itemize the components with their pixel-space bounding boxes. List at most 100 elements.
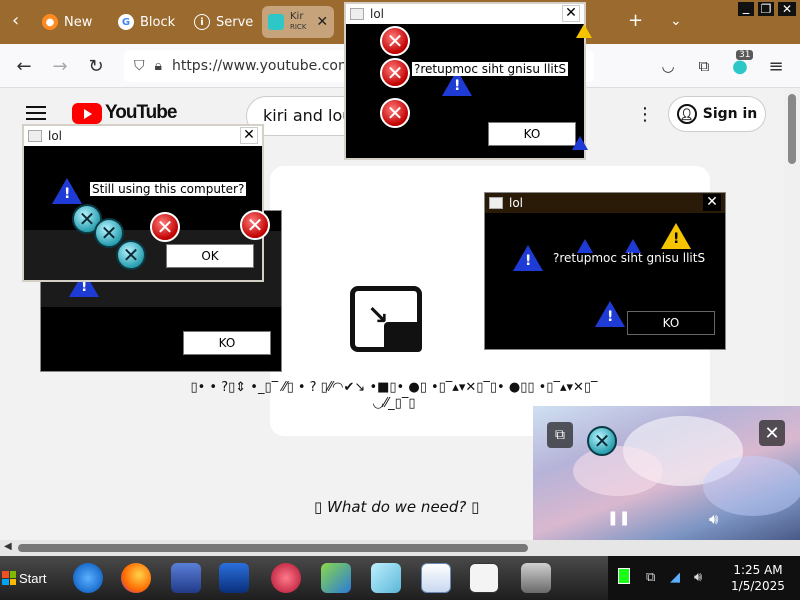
pocket-icon[interactable]: ◡	[654, 52, 682, 80]
sign-in-button[interactable]: 👤︎ Sign in	[668, 96, 766, 132]
app-window-icon	[489, 197, 503, 209]
ko-button[interactable]: KO	[488, 122, 576, 146]
dialog-close-button[interactable]: ✕	[240, 127, 258, 144]
what-do-we-need-text: ▯ What do we need? ▯	[314, 498, 480, 516]
tab-list-chevron-icon[interactable]: ⌄	[670, 13, 682, 29]
reload-icon[interactable]: ↻	[82, 52, 110, 80]
close-window-icon[interactable]: ✕	[778, 2, 796, 16]
tab-server[interactable]: i Server	[188, 6, 254, 38]
ko-button[interactable]: KO	[183, 331, 271, 355]
dialog-message: ?retupmoc siht gnisu llitS	[553, 251, 706, 265]
youtube-play-icon	[72, 102, 102, 124]
dialog-message: Still using this computer?	[90, 182, 247, 196]
app-green-icon	[321, 563, 351, 593]
restore-window-icon[interactable]: ❐	[758, 2, 774, 16]
tab-youtube-active[interactable]: Kir RICK ✕	[262, 6, 334, 38]
ok-button[interactable]: OK	[166, 244, 254, 268]
dialog-titlebar[interactable]: lol	[24, 126, 262, 146]
more-options-icon[interactable]: ⋮	[636, 104, 654, 125]
warning-icon	[513, 245, 543, 271]
dialog-title: lol	[509, 196, 524, 210]
mini-player[interactable]: ⧉ ✕ ✕ ❚❚ 🔊︎	[533, 406, 800, 540]
pause-icon[interactable]: ❚❚	[607, 510, 630, 526]
task-manager-icon	[521, 563, 551, 593]
scroll-thumb[interactable]	[788, 94, 796, 164]
guide-menu-icon[interactable]	[26, 106, 46, 120]
firefox-icon	[121, 563, 151, 593]
google-icon: G	[118, 14, 134, 30]
new-tab-icon[interactable]: +	[628, 10, 643, 31]
task-firefox[interactable]	[112, 560, 160, 596]
task-task-manager[interactable]	[512, 560, 560, 596]
app-window-icon	[350, 8, 364, 20]
close-mini-player-icon[interactable]: ✕	[759, 420, 785, 446]
youtube-logo[interactable]: YouTube	[72, 102, 177, 124]
task-app-5[interactable]	[262, 560, 310, 596]
picture-in-picture-icon[interactable]: ↘	[350, 286, 422, 352]
tab-label: Kir	[290, 11, 304, 22]
error-icon: ✕	[380, 26, 410, 56]
battery-icon[interactable]	[618, 568, 630, 584]
app-window-icon	[28, 130, 42, 142]
app-window-icon	[171, 563, 201, 593]
clock-time: 1:25 AM	[733, 563, 783, 577]
media-player-icon	[219, 563, 249, 593]
task-internet-explorer[interactable]	[64, 560, 112, 596]
info-icon: i	[194, 14, 210, 30]
notepad-icon	[371, 563, 401, 593]
dialog-title: lol	[48, 129, 63, 143]
dialog-lol-4: lol ✕ ?retupmoc siht gnisu llitS KO	[484, 192, 726, 350]
taskbar: Start ⧉ ◢ 🔊︎ 1:25 AM 1/5/2025	[0, 556, 800, 600]
tab-block[interactable]: G Block	[112, 6, 178, 38]
start-button[interactable]: Start	[2, 564, 54, 592]
task-app-6[interactable]	[312, 560, 360, 596]
error-icon: ✕	[587, 426, 617, 456]
volume-icon[interactable]: 🔊︎	[694, 570, 702, 585]
extensions-icon[interactable]: ⧉	[690, 52, 718, 80]
error-icon: ✕	[116, 240, 146, 270]
warning-icon	[576, 24, 592, 38]
task-notepad[interactable]	[362, 560, 410, 596]
tab-close-icon[interactable]: ✕	[316, 14, 328, 30]
horizontal-scrollbar[interactable]: ◀	[0, 540, 800, 556]
garbled-line-1: ▯• • ?▯⇕ •_▯‾ ⁄⁄▯ • ? ▯⁄⁄◠✔↘ •■▯• ●▯ •▯‾…	[190, 380, 598, 395]
ko-button[interactable]: KO	[627, 311, 715, 335]
wifi-icon[interactable]: ◢	[670, 570, 680, 585]
error-icon: ✕	[380, 58, 410, 88]
extension-badge: 31	[736, 50, 754, 60]
warning-icon	[572, 136, 588, 150]
scroll-left-arrow-icon[interactable]: ◀	[4, 541, 12, 552]
forward-arrow-icon[interactable]: →	[46, 52, 74, 80]
back-arrow-icon[interactable]: ←	[10, 52, 38, 80]
error-icon: ✕	[380, 98, 410, 128]
minimize-window-icon[interactable]: _	[738, 1, 754, 16]
youtube-tab-icon	[268, 14, 284, 30]
scroll-thumb[interactable]	[18, 544, 528, 552]
volume-icon[interactable]: 🔊︎	[709, 510, 718, 528]
warning-icon	[595, 301, 625, 327]
dialog-titlebar[interactable]: lol	[485, 193, 725, 213]
task-document[interactable]	[412, 560, 460, 596]
expand-player-icon[interactable]: ⧉	[547, 422, 573, 448]
dialog-close-button[interactable]: ✕	[703, 194, 721, 211]
menu-hamburger-icon[interactable]: ≡	[762, 52, 790, 80]
account-icon: 👤︎	[676, 104, 697, 124]
dialog-titlebar[interactable]: lol	[346, 4, 584, 24]
taskbar-clock[interactable]: 1:25 AM 1/5/2025	[716, 562, 800, 594]
dialog-close-button[interactable]: ✕	[562, 5, 580, 22]
sign-in-label: Sign in	[702, 106, 758, 122]
task-text-file[interactable]	[460, 560, 508, 596]
task-app-3[interactable]	[162, 560, 210, 596]
document-icon	[421, 563, 451, 593]
tab-label: Block	[140, 14, 176, 30]
dialog-lol-3: lol ✕ ✕ ✕ ✕ ?retupmoc siht gnisu llitS K…	[344, 2, 586, 160]
tab-new[interactable]: ● New	[36, 6, 96, 38]
tab-label: Server	[216, 14, 254, 30]
network-icon[interactable]: ⧉	[646, 570, 655, 585]
tab-label: New	[64, 14, 93, 30]
firefox-icon: ●	[42, 14, 58, 30]
tab-scroll-left-icon[interactable]: ‹	[12, 10, 19, 31]
windows-flag-icon	[2, 571, 16, 585]
dialog-title: lol	[370, 7, 385, 21]
task-media[interactable]	[210, 560, 258, 596]
